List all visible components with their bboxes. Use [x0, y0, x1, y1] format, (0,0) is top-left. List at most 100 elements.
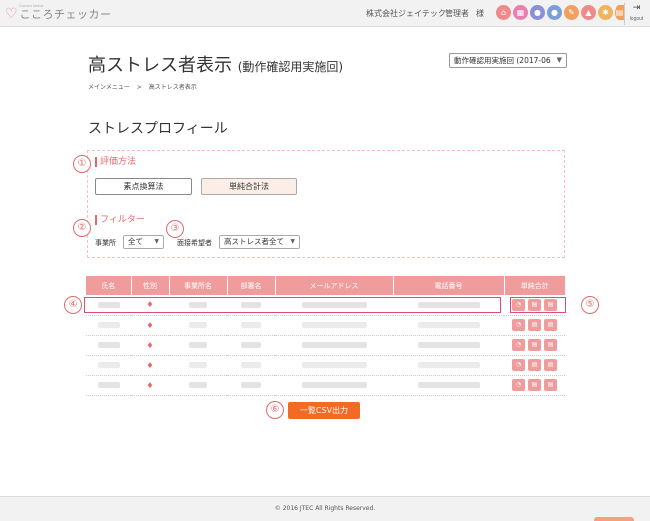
cell-actions: ◔ ▤ ▤ [504, 355, 565, 376]
cell-name [86, 355, 131, 376]
marker-2: ② [73, 219, 91, 237]
document-icon[interactable]: ▤ [544, 319, 557, 331]
gender-icon: ♦ [146, 340, 154, 350]
table-row[interactable]: ♦ ◔ ▤ ▤ [86, 335, 565, 356]
home-icon[interactable]: ⌂ [496, 5, 511, 20]
gear-icon[interactable]: ✱ [598, 5, 613, 20]
cell-department [227, 375, 275, 396]
chevron-down-icon: ▼ [556, 56, 562, 64]
book-icon[interactable]: ▤ [615, 5, 624, 20]
cell-phone [393, 355, 504, 376]
document-icon[interactable]: ▤ [528, 319, 541, 331]
table-row[interactable]: ♦ ◔ ▤ ▤ [86, 375, 565, 396]
breadcrumb-current: 高ストレス者表示 [148, 84, 197, 91]
document-icon[interactable]: ▤ [528, 359, 541, 371]
footer: © 2016 JTEC All Rights Reserved. [0, 496, 650, 521]
office-select[interactable]: 全て ▼ [123, 235, 164, 249]
col-simple-total: 単純合計 [504, 276, 565, 295]
cell-gender: ♦ [131, 315, 169, 336]
csv-export-button[interactable]: 一覧CSV出力 [288, 402, 360, 419]
cell-email [275, 355, 393, 376]
cell-office [169, 315, 227, 336]
company-name: 株式会社ジェイテック [366, 9, 446, 18]
marker-6: ⑥ [266, 401, 284, 419]
app-logo[interactable]: ♡ Cocoro check こころチェッカー [5, 3, 112, 24]
top-bar: ♡ Cocoro check こころチェッカー 株式会社ジェイテック 管理者 様… [0, 0, 650, 27]
interview-select-value: 高ストレス者全て [224, 237, 284, 246]
user-role: 管理者 [445, 9, 469, 18]
filter-label: フィルター [95, 215, 145, 225]
chevron-down-icon: ▼ [290, 238, 295, 245]
settings-icon[interactable]: ✎ [564, 5, 579, 20]
cell-actions: ◔ ▤ ▤ [504, 335, 565, 356]
interview-label: 面接希望者 [177, 239, 212, 247]
page-title-text: 高ストレス者表示 [88, 55, 232, 76]
breadcrumb-menu[interactable]: メインメニュー [88, 84, 130, 91]
cell-email [275, 315, 393, 336]
cell-gender: ♦ [131, 355, 169, 376]
person-icon[interactable]: ● [530, 5, 545, 20]
round-select-value: 動作確認用実施回 (2017-06 [454, 56, 551, 65]
chart-icon[interactable]: ◔ [512, 319, 525, 331]
col-gender[interactable]: 性別 [131, 276, 170, 295]
logout-label: logout [629, 16, 644, 22]
table-row[interactable]: ♦ ◔ ▤ ▤ [86, 315, 565, 336]
stress-table: 氏名 性別 事業所名 部署名 メールアドレス 電話番号 単純合計 ♦ ◔ ▤ ▤ ♦… [86, 276, 565, 396]
chart-icon[interactable]: ◔ [512, 339, 525, 351]
logo-caption: Cocoro check [19, 3, 44, 8]
warning-icon[interactable]: ▲ [581, 5, 596, 20]
cell-phone [393, 335, 504, 356]
marker-3: ③ [166, 220, 184, 238]
cell-office [169, 375, 227, 396]
col-department[interactable]: 部署名 [227, 276, 276, 295]
section-title: ストレスプロフィール [88, 121, 228, 137]
actions-highlight [510, 297, 566, 313]
col-office[interactable]: 事業所名 [169, 276, 228, 295]
interview-select[interactable]: 高ストレス者全て ▼ [219, 235, 300, 249]
cell-office [169, 355, 227, 376]
document-icon[interactable]: ▤ [544, 379, 557, 391]
cell-phone [393, 375, 504, 396]
document-icon[interactable]: ▤ [544, 359, 557, 371]
evaluation-label: 評価方法 [95, 157, 136, 167]
page-title: 高ストレス者表示 (動作確認用実施回) [88, 51, 343, 77]
chart-icon[interactable]: ◔ [512, 379, 525, 391]
cell-department [227, 335, 275, 356]
gender-icon: ♦ [146, 360, 154, 370]
building-icon[interactable]: ▦ [513, 5, 528, 20]
heart-icon: ♡ [5, 6, 18, 22]
cell-department [227, 355, 275, 376]
office-select-value: 全て [128, 237, 143, 246]
simple-sum-button[interactable]: 単純合計法 [201, 178, 297, 195]
cell-actions: ◔ ▤ ▤ [504, 315, 565, 336]
marker-5: ⑤ [581, 296, 599, 314]
col-phone[interactable]: 電話番号 [393, 276, 505, 295]
breadcrumb: メインメニュー > 高ストレス者表示 [88, 82, 197, 91]
document-icon[interactable]: ▤ [544, 339, 557, 351]
cell-name [86, 375, 131, 396]
cell-name [86, 315, 131, 336]
people-icon[interactable]: ● [547, 5, 562, 20]
col-name[interactable]: 氏名 [86, 276, 132, 295]
logout-button[interactable]: ⇥ logout [624, 3, 648, 25]
logo-text: こころチェッカー [19, 8, 112, 21]
cell-name [86, 335, 131, 356]
col-email[interactable]: メールアドレス [275, 276, 394, 295]
cell-department [227, 315, 275, 336]
cell-office [169, 335, 227, 356]
round-select[interactable]: 動作確認用実施回 (2017-06 ▼ [449, 53, 567, 68]
score-conversion-button[interactable]: 素点換算法 [95, 178, 192, 195]
logout-icon: ⇥ [632, 3, 641, 13]
chevron-down-icon: ▼ [154, 238, 159, 245]
row-highlight [84, 297, 501, 313]
table-row[interactable]: ♦ ◔ ▤ ▤ [86, 355, 565, 376]
cell-email [275, 375, 393, 396]
document-icon[interactable]: ▤ [528, 339, 541, 351]
chart-icon[interactable]: ◔ [512, 359, 525, 371]
cell-email [275, 335, 393, 356]
marker-1: ① [73, 155, 91, 173]
breadcrumb-separator: > [136, 84, 142, 91]
page-top-button[interactable] [594, 517, 634, 521]
document-icon[interactable]: ▤ [528, 379, 541, 391]
marker-4: ④ [64, 296, 82, 314]
